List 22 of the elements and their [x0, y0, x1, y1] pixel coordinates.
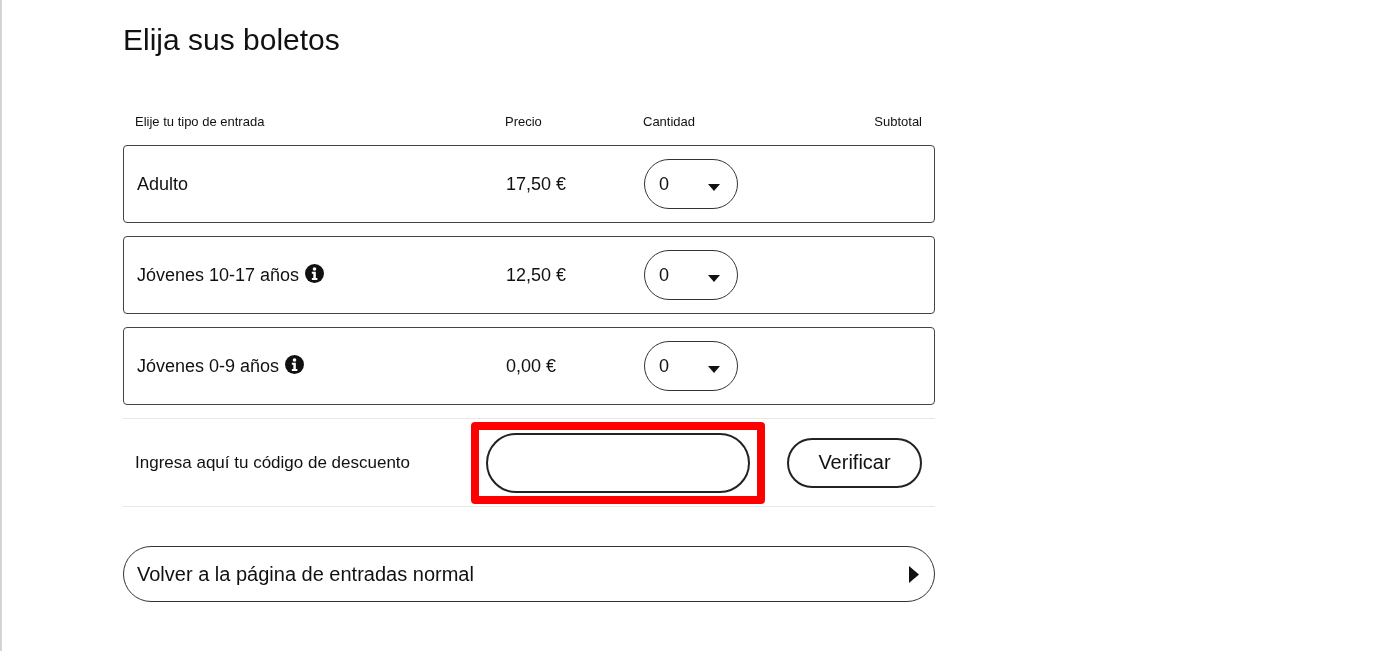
discount-label: Ingresa aquí tu código de descuento — [135, 452, 412, 473]
caret-icon — [708, 183, 720, 191]
ticket-price: 0,00 € — [506, 355, 558, 377]
caret-icon — [708, 274, 720, 282]
ticket-price: 17,50 € — [506, 173, 568, 195]
caret-right-icon — [909, 565, 919, 583]
info-icon[interactable] — [305, 263, 325, 283]
column-header: Cantidad — [643, 113, 697, 129]
ticket-type: Adulto — [137, 173, 189, 195]
ticket-price: 12,50 € — [506, 264, 568, 286]
verify-button[interactable]: Verificar — [787, 437, 922, 488]
column-header: Elije tu tipo de entrada — [135, 113, 266, 129]
caret-icon — [708, 365, 720, 373]
info-icon[interactable] — [285, 354, 305, 374]
quantity-select[interactable]: 0 — [644, 250, 738, 300]
ticket-type: Jóvenes 10-17 años — [137, 264, 300, 286]
quantity-select[interactable]: 0 — [644, 341, 738, 391]
page-title: Elija sus boletos — [123, 22, 341, 58]
column-header: Precio — [505, 113, 543, 129]
ticket-type: Jóvenes 0-9 años — [137, 355, 280, 377]
column-header: Subtotal — [874, 113, 922, 129]
quantity-select[interactable]: 0 — [644, 159, 738, 209]
